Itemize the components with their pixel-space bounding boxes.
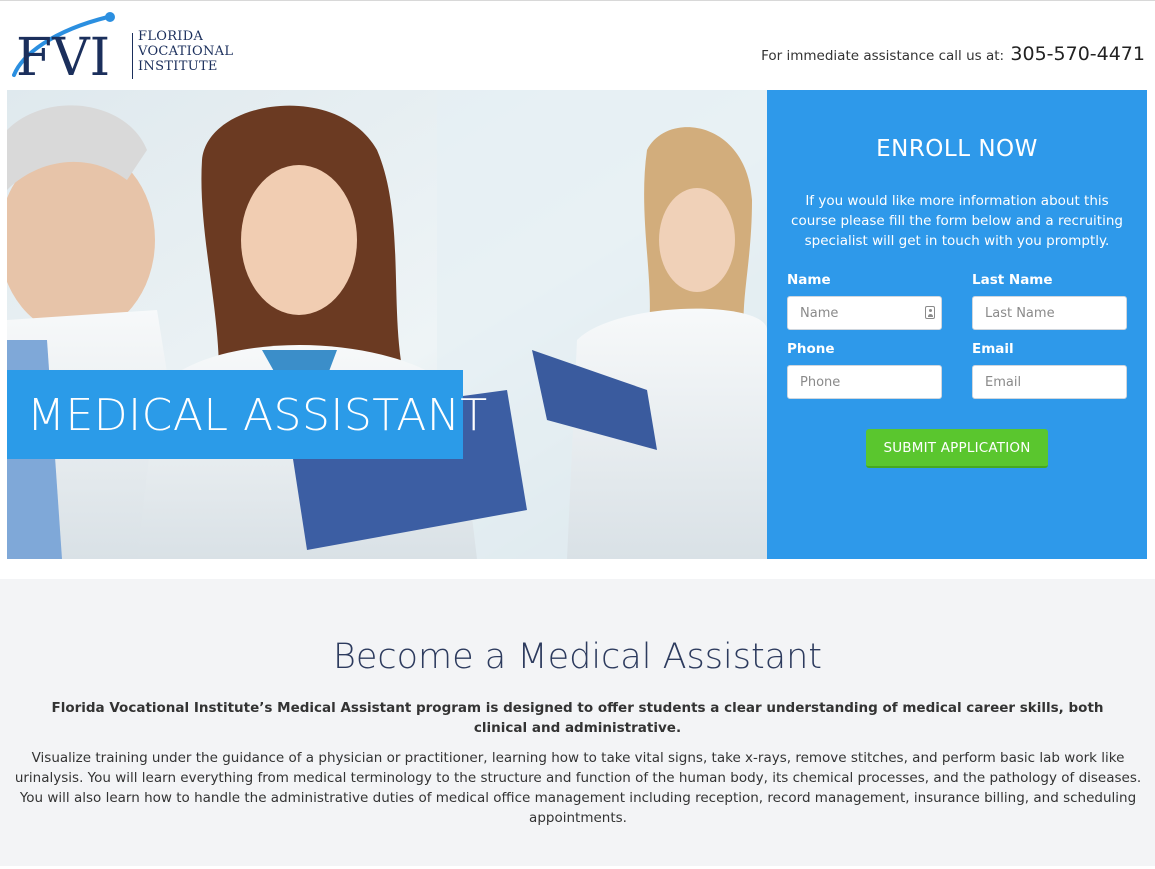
name-label: Name (787, 272, 831, 288)
phone-number[interactable]: 305-570-4471 (1010, 43, 1145, 65)
logo-wordmark: FLORIDA VOCATIONAL INSTITUTE (138, 29, 233, 74)
about-title: Become a Medical Assistant (332, 637, 823, 677)
logo-letters: FVI (16, 28, 110, 83)
site-header: FVI FLORIDA VOCATIONAL INSTITUTE For imm… (0, 3, 1155, 90)
enroll-description: If you would like more information about… (791, 193, 1123, 249)
assistance-callout: For immediate assistance call us at: 305… (761, 43, 1145, 65)
last-name-input[interactable] (972, 296, 1127, 330)
about-section: Become a Medical Assistant Florida Vocat… (0, 579, 1155, 866)
fvi-logo[interactable]: FVI FLORIDA VOCATIONAL INSTITUTE (12, 11, 233, 83)
phone-label: Phone (787, 341, 835, 357)
contact-card-icon (925, 306, 935, 319)
enroll-title: ENROLL NOW (876, 136, 1038, 162)
name-input[interactable] (787, 296, 942, 330)
hero-title-box: MEDICAL ASSISTANT (7, 370, 487, 459)
about-body: Visualize training under the guidance of… (14, 750, 1142, 826)
fvi-logo-mark: FVI (12, 12, 115, 83)
last-name-label: Last Name (972, 272, 1053, 288)
about-lead: Florida Vocational Institute’s Medical A… (51, 700, 1104, 736)
assistance-text: For immediate assistance call us at: (761, 48, 1005, 64)
logo-line-1: FLORIDA (138, 29, 204, 44)
email-input[interactable] (972, 365, 1127, 399)
submit-application-button[interactable]: SUBMIT APPLICATION (866, 429, 1048, 468)
logo-divider (132, 33, 133, 79)
logo-line-2: VOCATIONAL (138, 44, 234, 59)
hero-photo (7, 90, 767, 559)
hero-banner: MEDICAL ASSISTANT (7, 90, 767, 559)
hero-title: MEDICAL ASSISTANT (27, 390, 488, 441)
email-label: Email (972, 341, 1014, 357)
logo-line-3: INSTITUTE (138, 59, 218, 74)
phone-input[interactable] (787, 365, 942, 399)
